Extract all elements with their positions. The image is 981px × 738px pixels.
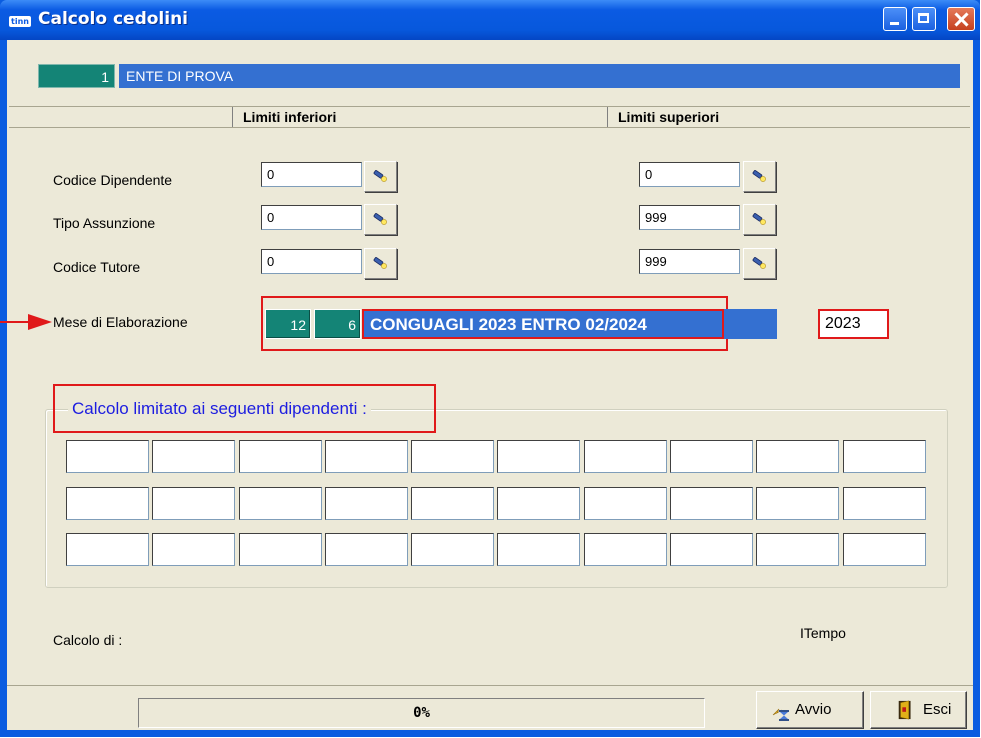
codice-tutore-to-input[interactable]: 999 <box>639 249 740 274</box>
employee-code-cell[interactable] <box>66 533 149 566</box>
annotation-arrow-line <box>0 321 28 323</box>
employee-code-cell[interactable] <box>843 440 926 473</box>
employee-code-cell[interactable] <box>497 533 580 566</box>
limits-header-bar: Limiti inferiori Limiti superiori <box>9 106 970 128</box>
mese-elaborazione-label: Mese di Elaborazione <box>53 314 188 330</box>
employee-code-cell[interactable] <box>497 440 580 473</box>
employee-code-cell[interactable] <box>843 533 926 566</box>
codice-tutore-from-lookup-button[interactable] <box>364 248 397 279</box>
codice-tutore-to-lookup-button[interactable] <box>743 248 776 279</box>
employee-code-cell[interactable] <box>411 533 494 566</box>
employee-code-cell[interactable] <box>670 440 753 473</box>
time-label: ITempo <box>800 625 846 641</box>
employee-code-cell[interactable] <box>670 487 753 520</box>
title-bar[interactable]: tinn Calcolo cedolini <box>0 0 980 40</box>
codice-dipendente-label: Codice Dipendente <box>53 172 173 188</box>
employee-code-cell[interactable] <box>670 533 753 566</box>
year-field[interactable]: 2023 <box>818 309 889 339</box>
codice-dipendente-from-input[interactable]: 0 <box>261 162 362 187</box>
mese-description-extension <box>724 309 777 339</box>
codice-dipendente-to-lookup-button[interactable] <box>743 161 776 192</box>
maximize-button[interactable] <box>912 7 936 31</box>
flashlight-icon <box>752 257 766 269</box>
flashlight-icon <box>373 170 387 182</box>
hourglass-lightning-icon <box>772 708 789 721</box>
employee-code-cell[interactable] <box>584 533 667 566</box>
employee-code-cell[interactable] <box>584 487 667 520</box>
mese-type-field[interactable]: 6 <box>314 309 361 339</box>
employee-code-cell[interactable] <box>325 487 408 520</box>
exit-button[interactable]: Esci <box>870 691 967 729</box>
employee-code-cell[interactable] <box>756 440 839 473</box>
start-button[interactable]: Avvio <box>756 691 864 729</box>
employee-code-cell[interactable] <box>325 533 408 566</box>
exit-door-icon <box>898 700 911 720</box>
window-title: Calcolo cedolini <box>38 9 188 29</box>
employee-code-cell[interactable] <box>152 533 235 566</box>
tipo-assunzione-label: Tipo Assunzione <box>53 215 156 231</box>
employee-code-cell[interactable] <box>843 487 926 520</box>
employee-code-cell[interactable] <box>756 487 839 520</box>
codice-tutore-label: Codice Tutore <box>53 259 141 275</box>
minimize-button[interactable] <box>883 7 907 31</box>
employee-code-cell[interactable] <box>152 487 235 520</box>
employee-code-cell[interactable] <box>325 440 408 473</box>
employee-code-cell[interactable] <box>152 440 235 473</box>
mese-month-field[interactable]: 12 <box>265 309 311 339</box>
app-icon: tinn <box>9 16 31 27</box>
employee-code-cell[interactable] <box>239 487 322 520</box>
company-code-field[interactable]: 1 <box>38 64 115 88</box>
flashlight-icon <box>752 213 766 225</box>
lower-limits-label: Limiti inferiori <box>243 109 337 125</box>
bottom-separator <box>7 685 973 686</box>
limited-employees-title: Calcolo limitato ai seguenti dipendenti … <box>68 399 371 419</box>
annotation-arrow-icon <box>28 314 52 330</box>
employee-code-cell[interactable] <box>239 440 322 473</box>
employee-code-cell[interactable] <box>756 533 839 566</box>
progress-indicator: 0% <box>138 698 705 728</box>
codice-dipendente-to-input[interactable]: 0 <box>639 162 740 187</box>
codice-tutore-from-input[interactable]: 0 <box>261 249 362 274</box>
employee-code-cell[interactable] <box>66 487 149 520</box>
tipo-assunzione-to-input[interactable]: 999 <box>639 205 740 230</box>
upper-limits-label: Limiti superiori <box>618 109 720 125</box>
exit-button-label: Esci <box>923 701 952 718</box>
employee-code-cell[interactable] <box>239 533 322 566</box>
employee-code-cell[interactable] <box>66 440 149 473</box>
flashlight-icon <box>373 213 387 225</box>
mese-description-field: CONGUAGLI 2023 ENTRO 02/2024 <box>362 309 724 339</box>
close-button[interactable] <box>947 7 975 31</box>
employee-code-cell[interactable] <box>584 440 667 473</box>
upper-limits-header: Limiti superiori <box>607 107 970 127</box>
start-button-label: Avvio <box>795 701 832 718</box>
company-name-field: ENTE DI PROVA <box>119 64 960 88</box>
lower-limits-header: Limiti inferiori <box>232 107 608 127</box>
codice-dipendente-from-lookup-button[interactable] <box>364 161 397 192</box>
tipo-assunzione-from-input[interactable]: 0 <box>261 205 362 230</box>
employee-code-cell[interactable] <box>411 487 494 520</box>
calc-label: Calcolo di : <box>53 632 123 648</box>
employee-code-cell[interactable] <box>411 440 494 473</box>
flashlight-icon <box>373 257 387 269</box>
employee-code-cell[interactable] <box>497 487 580 520</box>
tipo-assunzione-from-lookup-button[interactable] <box>364 204 397 235</box>
flashlight-icon <box>752 170 766 182</box>
tipo-assunzione-to-lookup-button[interactable] <box>743 204 776 235</box>
